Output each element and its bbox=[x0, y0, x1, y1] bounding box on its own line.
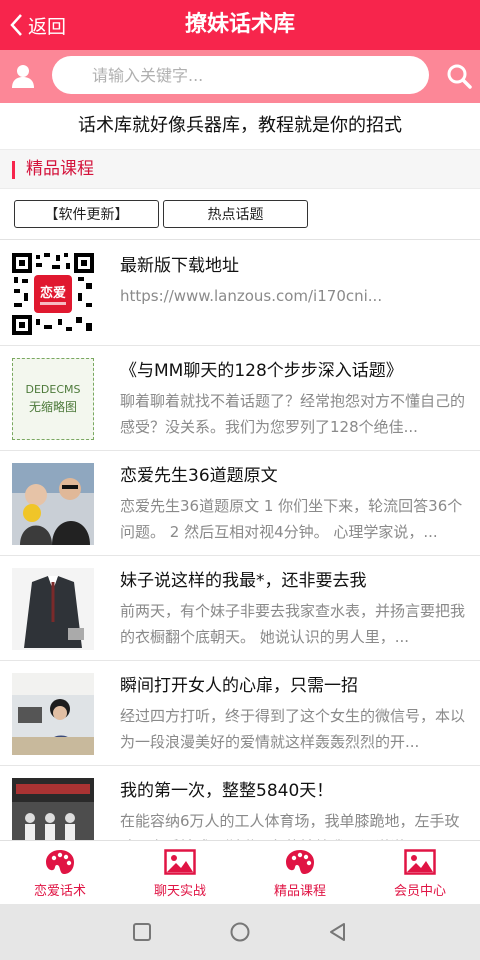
search-button[interactable] bbox=[441, 58, 477, 94]
section-accent-bar bbox=[12, 161, 15, 179]
tagline: 话术库就好像兵器库，教程就是你的招式 bbox=[0, 103, 480, 149]
picture-icon bbox=[404, 849, 436, 875]
triangle-back-icon bbox=[330, 923, 345, 941]
tab-label: 精品课程 bbox=[273, 884, 326, 899]
photo-icon bbox=[12, 463, 94, 545]
stadium-photo-thumbnail bbox=[12, 778, 94, 840]
article-title: 《与MM聊天的128个步步深入话题》 bbox=[120, 361, 403, 381]
palette-icon bbox=[286, 850, 314, 874]
tab-premium-courses[interactable]: 精品课程 bbox=[240, 841, 360, 904]
qr-badge-text: 恋爱 bbox=[40, 285, 66, 301]
office-photo-thumbnail bbox=[12, 673, 94, 755]
back-nav-button[interactable] bbox=[324, 918, 352, 946]
user-button[interactable] bbox=[6, 58, 40, 94]
tab-label: 会员中心 bbox=[393, 884, 446, 899]
system-nav-bar bbox=[0, 904, 480, 960]
list-item[interactable]: 妹子说这样的我最*，还非要去我 前两天，有个妹子非要去我家查水表，并扬言要把我的… bbox=[0, 556, 480, 661]
list-item[interactable]: DEDECMS 无缩略图 《与MM聊天的128个步步深入话题》 聊着聊着就找不着… bbox=[0, 346, 480, 451]
article-title: 恋爱先生36道题原文 bbox=[120, 466, 278, 486]
no-thumbnail-placeholder: DEDECMS 无缩略图 bbox=[12, 358, 94, 440]
bottom-tab-bar: 恋爱话术 聊天实战 精品课程 会员中心 bbox=[0, 840, 480, 904]
back-button[interactable]: 返回 bbox=[8, 8, 66, 42]
section-heading: 精品课程 bbox=[0, 149, 480, 189]
suit-photo-thumbnail bbox=[12, 568, 94, 650]
search-input[interactable] bbox=[52, 56, 429, 94]
square-icon bbox=[133, 923, 151, 941]
article-list: 恋爱 最新版下载地址 https://www.lanzous.com/i170c… bbox=[0, 241, 480, 840]
search-bar bbox=[0, 50, 480, 103]
article-description: 前两天，有个妹子非要去我家查水表，并扬言要把我的衣橱翻个底朝天。 她说认识的男人… bbox=[120, 602, 466, 646]
tab-label: 恋爱话术 bbox=[33, 884, 86, 899]
app-header: 返回 撩妹话术库 bbox=[0, 0, 480, 50]
article-description: 聊着聊着就找不着话题了？经常抱怨对方不懂自己的感受？没关系。我们为您罗列了128… bbox=[120, 392, 466, 436]
chip-hot-topics[interactable]: 热点话题 bbox=[163, 200, 308, 228]
list-item[interactable]: 我的第一次，整整5840天！ 在能容纳6万人的工人体育场，我单膝跪地，左手玫瑰，… bbox=[0, 766, 480, 840]
list-item[interactable]: 恋爱 最新版下载地址 https://www.lanzous.com/i170c… bbox=[0, 241, 480, 346]
picture-icon bbox=[164, 849, 196, 875]
circle-icon bbox=[230, 922, 250, 942]
section-title: 精品课程 bbox=[26, 159, 94, 179]
page-title: 撩妹话术库 bbox=[184, 12, 295, 37]
qr-code-icon: 恋爱 bbox=[12, 253, 94, 335]
tab-label: 聊天实战 bbox=[153, 884, 206, 899]
photo-icon bbox=[12, 778, 94, 840]
palette-icon bbox=[46, 850, 74, 874]
article-title: 最新版下载地址 bbox=[120, 256, 239, 276]
tab-chat-practice[interactable]: 聊天实战 bbox=[120, 841, 240, 904]
placeholder-text-2: 无缩略图 bbox=[28, 400, 77, 414]
placeholder-text-1: DEDECMS bbox=[25, 383, 81, 396]
tab-love-scripts[interactable]: 恋爱话术 bbox=[0, 841, 120, 904]
article-title: 我的第一次，整整5840天！ bbox=[120, 781, 334, 801]
chip-software-update[interactable]: 【软件更新】 bbox=[14, 200, 159, 228]
article-description: 经过四方打听，终于得到了这个女生的微信号，本以为一段浪漫美好的爱情就这样轰轰烈烈… bbox=[120, 707, 466, 751]
qr-code-thumbnail: 恋爱 bbox=[12, 253, 94, 335]
tab-member-center[interactable]: 会员中心 bbox=[360, 841, 480, 904]
home-button[interactable] bbox=[226, 918, 254, 946]
article-title: 瞬间打开女人的心扉，只需一招 bbox=[120, 676, 358, 696]
article-title: 妹子说这样的我最*，还非要去我 bbox=[120, 571, 367, 591]
search-icon bbox=[447, 64, 472, 89]
back-label: 返回 bbox=[28, 15, 67, 38]
category-chips: 【软件更新】 热点话题 bbox=[0, 190, 480, 240]
chevron-left-icon bbox=[10, 14, 22, 36]
photo-icon bbox=[12, 673, 94, 755]
recents-button[interactable] bbox=[128, 918, 156, 946]
photo-icon bbox=[12, 568, 94, 650]
article-description: 恋爱先生36道题原文 1 你们坐下来，轮流回答36个问题。 2 然后互相对视4分… bbox=[120, 497, 463, 541]
list-item[interactable]: 瞬间打开女人的心扉，只需一招 经过四方打听，终于得到了这个女生的微信号，本以为一… bbox=[0, 661, 480, 766]
user-icon bbox=[12, 65, 34, 88]
couple-photo-thumbnail bbox=[12, 463, 94, 545]
article-description: 在能容纳6万人的工人体育场，我单膝跪地，左手玫瑰，右手钻戒：斯聪已久的钻绘我明证… bbox=[120, 812, 460, 840]
article-description: https://www.lanzous.com/i170cni... bbox=[120, 287, 383, 305]
list-item[interactable]: 恋爱先生36道题原文 恋爱先生36道题原文 1 你们坐下来，轮流回答36个问题。… bbox=[0, 451, 480, 556]
